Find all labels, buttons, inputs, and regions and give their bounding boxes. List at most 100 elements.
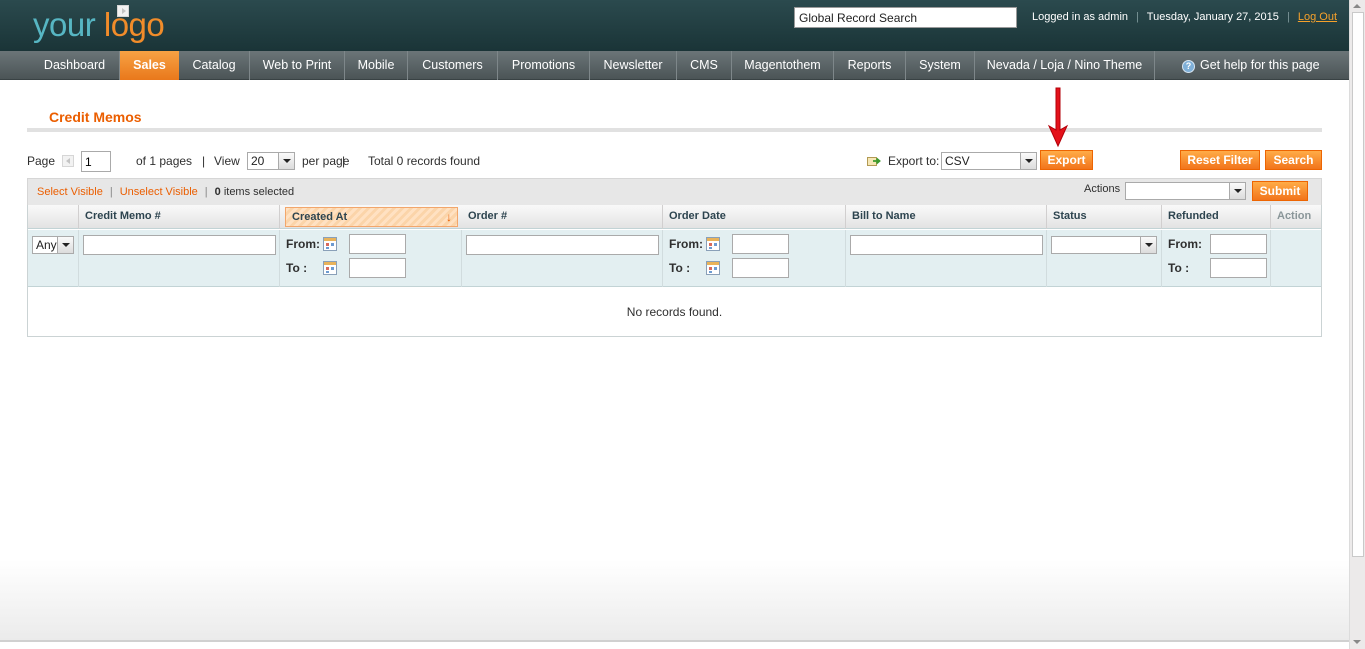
header-separator: | (1286, 11, 1290, 23)
column-header-created-at-label: Created At (292, 211, 348, 223)
page-count: of 1 pages (136, 154, 193, 168)
help-icon: ? (1182, 60, 1195, 73)
chevron-down-icon (1140, 237, 1156, 253)
nav-item-catalog[interactable]: Catalog (179, 51, 250, 80)
submit-button[interactable]: Submit (1252, 181, 1308, 201)
help-link-label: Get help for this page (1200, 58, 1320, 72)
export-icon (867, 157, 881, 166)
nav-item-nevada-theme[interactable]: Nevada / Loja / Nino Theme (975, 51, 1155, 80)
order-date-from-label: From: (669, 237, 703, 251)
bill-to-name-filter-input[interactable] (850, 235, 1043, 255)
credit-memos-grid: Credit Memo # Created At ↓ Order # Order… (27, 205, 1322, 337)
grid-filter-row: Any From: To : From: To : From: To: (28, 230, 1321, 287)
massaction-filter-select[interactable]: Any (32, 236, 74, 254)
column-header-refunded[interactable]: Refunded (1162, 205, 1271, 229)
logout-link[interactable]: Log Out (1298, 11, 1337, 23)
credit-memo-filter-input[interactable] (83, 235, 276, 255)
refunded-to-label: To : (1168, 261, 1190, 275)
chevron-down-icon (1229, 183, 1245, 199)
nav-item-newsletter[interactable]: Newsletter (590, 51, 677, 80)
global-search-input[interactable] (794, 7, 1017, 28)
actions-select[interactable] (1125, 182, 1246, 200)
actions-label: Actions (1084, 183, 1121, 195)
refunded-from-label: From: (1168, 237, 1202, 251)
logo[interactable]: your logo (33, 6, 165, 44)
column-header-bill-to-name[interactable]: Bill to Name (846, 205, 1047, 229)
nav-item-mobile[interactable]: Mobile (345, 51, 408, 80)
header: your logo Logged in as admin | Tuesday, … (0, 0, 1349, 51)
filter-cell-created-at: From: To : (280, 230, 462, 287)
vertical-scrollbar[interactable] (1349, 0, 1365, 649)
export-format-select[interactable]: CSV (941, 152, 1037, 170)
order-filter-input[interactable] (466, 235, 659, 255)
massaction-separator: | (204, 186, 208, 198)
filter-cell-status (1047, 230, 1162, 287)
scrollbar-thumb[interactable] (1352, 12, 1364, 557)
unselect-visible-link[interactable]: Unselect Visible (120, 186, 198, 198)
export-label: Export to: (888, 154, 940, 168)
column-header-status[interactable]: Status (1047, 205, 1162, 229)
header-separator: | (1136, 11, 1139, 23)
column-header-credit-memo[interactable]: Credit Memo # (79, 205, 280, 229)
nav-item-customers[interactable]: Customers (408, 51, 498, 80)
refunded-from-input[interactable] (1210, 234, 1267, 254)
nav-item-reports[interactable]: Reports (834, 51, 906, 80)
filter-cell-credit-memo (79, 230, 280, 287)
page-number-input[interactable] (81, 151, 111, 172)
select-visible-link[interactable]: Select Visible (37, 186, 103, 198)
refunded-to-input[interactable] (1210, 258, 1267, 278)
pager-separator: | (202, 154, 206, 168)
created-from-input[interactable] (349, 234, 406, 254)
nav-item-cms[interactable]: CMS (677, 51, 732, 80)
massaction-separator: | (109, 186, 113, 198)
logo-part1: your (33, 6, 96, 43)
view-label: View (214, 154, 240, 168)
nav-item-promotions[interactable]: Promotions (498, 51, 590, 80)
page-label: Page (27, 154, 56, 168)
scroll-up-icon[interactable] (1353, 4, 1361, 8)
filter-cell-order-date: From: To : (663, 230, 846, 287)
calendar-icon[interactable] (706, 261, 720, 275)
nav-item-magentothem[interactable]: Magentothem (732, 51, 834, 80)
help-link[interactable]: ? Get help for this page (1182, 51, 1320, 80)
previous-page-icon[interactable] (62, 155, 74, 167)
created-to-input[interactable] (349, 258, 406, 278)
export-button[interactable]: Export (1040, 150, 1093, 170)
next-page-icon[interactable] (117, 5, 129, 17)
column-header-massaction (28, 205, 79, 229)
order-date-to-input[interactable] (732, 258, 789, 278)
title-divider (27, 128, 1322, 132)
nav-item-web-to-print[interactable]: Web to Print (250, 51, 345, 80)
filter-cell-order (462, 230, 663, 287)
order-date-to-label: To : (669, 261, 691, 275)
calendar-icon[interactable] (706, 237, 720, 251)
search-button[interactable]: Search (1265, 150, 1322, 170)
logged-in-text: Logged in as admin (1032, 11, 1129, 23)
column-header-order-date[interactable]: Order Date (663, 205, 846, 229)
per-page-value: 20 (251, 154, 265, 168)
scroll-down-icon[interactable] (1353, 640, 1361, 644)
reset-filter-button[interactable]: Reset Filter (1180, 150, 1260, 170)
nav-item-system[interactable]: System (906, 51, 975, 80)
per-page-select[interactable]: 20 (247, 152, 295, 170)
red-arrow-icon (1047, 87, 1069, 148)
calendar-icon[interactable] (323, 237, 337, 251)
export-format-value: CSV (945, 154, 970, 168)
massaction-filter-value: Any (36, 238, 57, 252)
column-header-order[interactable]: Order # (462, 205, 663, 229)
items-selected-label: items selected (223, 186, 295, 198)
chevron-down-icon (57, 237, 73, 253)
created-to-label: To : (286, 261, 308, 275)
main-nav: Dashboard Sales Catalog Web to Print Mob… (0, 51, 1349, 80)
nav-item-sales[interactable]: Sales (120, 51, 179, 80)
chevron-down-icon (278, 153, 294, 169)
header-user-info: Logged in as admin | Tuesday, January 27… (1032, 11, 1337, 23)
footer-bottom (0, 642, 1349, 649)
calendar-icon[interactable] (323, 261, 337, 275)
header-date: Tuesday, January 27, 2015 (1146, 11, 1279, 23)
nav-item-dashboard[interactable]: Dashboard (30, 51, 120, 80)
column-header-created-at[interactable]: Created At ↓ (285, 207, 458, 227)
chevron-down-icon (1020, 153, 1036, 169)
order-date-from-input[interactable] (732, 234, 789, 254)
status-filter-select[interactable] (1051, 236, 1157, 254)
